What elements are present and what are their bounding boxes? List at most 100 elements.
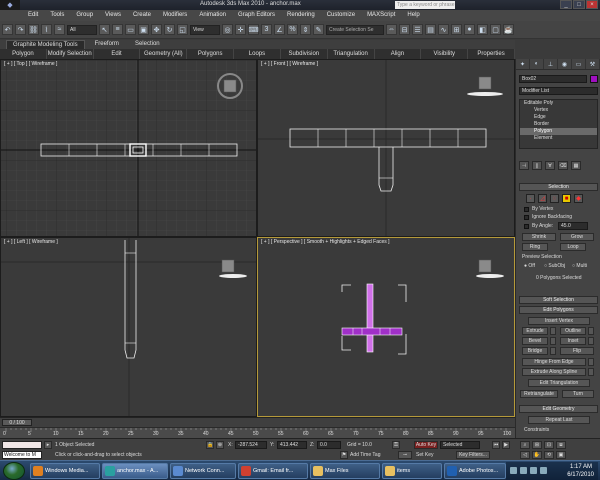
border-mode-icon[interactable]: ◌ [550,194,559,203]
key-filters-button[interactable]: Key Filters... [456,451,490,459]
maxscript-listener-input[interactable] [2,441,42,449]
spinner-snap-icon[interactable]: ⇕ [300,24,311,35]
taskbar-item-items[interactable]: items [382,463,442,479]
taskbar-item-gmail[interactable]: Gmail: Email fr... [238,463,308,479]
mirror-icon[interactable]: ⇔ [386,24,397,35]
taskbar-item-windows-media[interactable]: Windows Media... [30,463,100,479]
viewport-perspective[interactable]: [ + ] [ Perspective ] [ Smooth + Highlig… [257,237,515,417]
tray-network-icon[interactable] [510,467,517,474]
stack-item-element[interactable]: Element [520,135,597,142]
menu-customize[interactable]: Customize [321,10,361,21]
motion-tab-icon[interactable]: ◉ [558,59,572,69]
menu-maxscript[interactable]: MAXScript [361,10,401,21]
tab-freeform[interactable]: Freeform [89,40,125,49]
schematic-view-icon[interactable]: ⊞ [451,24,462,35]
taskbar-item-network-connections[interactable]: Network Conn... [170,463,236,479]
extrude-along-spline-button[interactable]: Extrude Along Spline [522,368,586,376]
zoom-extents-icon[interactable]: ⊡ [544,441,554,449]
zoom-extents-all-icon[interactable]: ⧈ [556,441,566,449]
ribbon-edit[interactable]: Edit [94,49,141,59]
taskbar-item-3dsmax[interactable]: anchor.max - A... [102,463,168,479]
ribbon-modify-selection[interactable]: Modify Selection [47,49,94,59]
extrude-spline-settings-button[interactable] [588,368,594,376]
ribbon-polygons[interactable]: Polygons [187,49,235,59]
outline-button[interactable]: Outline [560,327,586,335]
preview-multi-radio[interactable]: ○ Multi [572,263,587,269]
tab-graphite-modeling-tools[interactable]: Graphite Modeling Tools [6,39,85,50]
bind-space-warp-icon[interactable]: ≈ [54,24,65,35]
menu-animation[interactable]: Animation [193,10,232,21]
grow-button[interactable]: Grow [560,233,594,241]
stack-item-editable-poly[interactable]: Editable Poly [520,100,597,107]
viewport-perspective-label[interactable]: [ + ] [ Perspective ] [ Smooth + Highlig… [261,239,390,245]
ribbon-triangulation[interactable]: Triangulation [328,49,375,59]
by-vertex-checkbox[interactable] [524,207,529,212]
percent-snap-icon[interactable]: % [287,24,298,35]
rect-selection-icon[interactable]: ▭ [125,24,136,35]
viewport-left[interactable]: [ + ] [ Left ] [ Wireframe ] [0,237,257,417]
ribbon-loops[interactable]: Loops [234,49,281,59]
bridge-settings-button[interactable] [550,347,556,355]
utilities-tab-icon[interactable]: ⚒ [586,59,600,69]
taskbar-item-max-files[interactable]: Max Files [310,463,380,479]
menu-help[interactable]: Help [401,10,425,21]
edit-named-selection-icon[interactable]: ✎ [313,24,324,35]
maximize-viewport-icon[interactable]: ▣ [556,451,566,459]
ribbon-polygon-modeling[interactable]: Polygon Modeling [0,49,47,67]
insert-vertex-button[interactable]: Insert Vertex [528,317,590,325]
preview-off-radio[interactable]: ● Off [524,263,535,269]
minimize-button[interactable]: _ [560,0,572,9]
render-setup-icon[interactable]: ◧ [477,24,488,35]
object-name-field[interactable]: Box02 [519,75,587,83]
unlink-icon[interactable]: ⌇ [41,24,52,35]
select-by-name-icon[interactable]: ≡ [112,24,123,35]
material-editor-icon[interactable]: ● [464,24,475,35]
hinge-settings-button[interactable] [588,358,594,366]
menu-graph-editors[interactable]: Graph Editors [232,10,281,21]
selection-rollout-header[interactable]: Selection [519,183,598,191]
turn-button[interactable]: Turn [562,390,594,398]
layer-manager-icon[interactable]: ☰ [412,24,423,35]
selection-filter-dropdown[interactable]: All [67,24,97,35]
menu-edit[interactable]: Edit [22,10,44,21]
viewport-front-label[interactable]: [ + ] [ Front ] [ Wireframe ] [261,61,318,67]
taskbar-item-photoshop[interactable]: Adobe Photos... [444,463,506,479]
time-slider[interactable]: 0 / 100 [2,419,32,426]
start-button-icon[interactable] [3,461,25,480]
align-icon[interactable]: ⊟ [399,24,410,35]
edit-polygons-rollout-header[interactable]: Edit Polygons [519,306,598,314]
object-color-swatch[interactable] [590,75,598,83]
undo-icon[interactable]: ↶ [2,24,13,35]
named-selection-sets-input[interactable]: Create Selection Se [326,24,384,35]
display-tab-icon[interactable]: ▭ [572,59,586,69]
auto-key-button[interactable]: Auto Key [414,441,438,449]
pan-view-icon[interactable]: ✋ [532,451,542,459]
retriangulate-button[interactable]: Retriangulate [520,390,558,398]
window-crossing-icon[interactable]: ▣ [138,24,149,35]
select-rotate-icon[interactable]: ↻ [164,24,175,35]
hierarchy-tab-icon[interactable]: ⊥ [544,59,558,69]
rendered-frame-icon[interactable]: ▢ [490,24,501,35]
menu-tools[interactable]: Tools [44,10,70,21]
modify-tab-icon[interactable]: ◐ [530,59,544,69]
select-object-icon[interactable]: ↖ [99,24,110,35]
clock-date[interactable]: 6/17/2010 [567,472,594,478]
hinge-from-edge-button[interactable]: Hinge From Edge [522,358,586,366]
menu-rendering[interactable]: Rendering [281,10,321,21]
ribbon-visibility[interactable]: Visibility [421,49,469,59]
tray-volume-icon[interactable] [520,467,527,474]
set-key-icon[interactable]: ⊸ [398,451,412,459]
render-production-icon[interactable]: ☕ [503,24,514,35]
extrude-settings-button[interactable] [550,327,556,335]
repeat-last-button[interactable]: Repeat Last [528,416,590,424]
curve-editor-icon[interactable]: ∿ [438,24,449,35]
menu-group[interactable]: Group [70,10,99,21]
preview-subobj-radio[interactable]: ○ SubObj [544,263,565,269]
inset-button[interactable]: Inset [560,337,586,345]
lock-selection-icon[interactable]: 🔒 [206,441,214,449]
x-coordinate-field[interactable]: -287.524 [235,441,267,449]
element-mode-icon[interactable]: ◆ [574,194,583,203]
stack-item-vertex[interactable]: Vertex [520,107,597,114]
time-slider-track[interactable]: 0 / 100 [0,417,515,427]
orbit-icon[interactable]: ⟲ [544,451,554,459]
